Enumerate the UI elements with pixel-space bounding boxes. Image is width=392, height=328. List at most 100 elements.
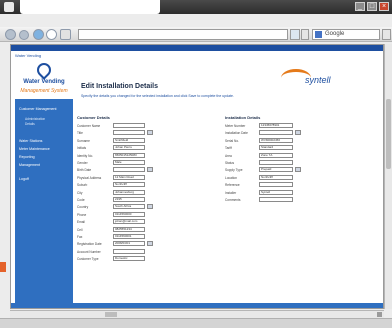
dropdown-button[interactable] [147,130,153,136]
dropdown-button[interactable] [295,167,301,173]
field-label: Location [225,175,238,180]
close-button[interactable]: × [379,2,389,11]
field-label: Country [77,205,89,210]
field-input[interactable]: Male [113,160,145,165]
field-input[interactable]: 12 Main Road [113,174,145,180]
field-input[interactable] [113,248,145,254]
form-row: Registration Date 2008/03/01 [77,241,155,247]
dropdown-button[interactable] [147,204,153,210]
field-input[interactable]: 12345678901 [259,123,293,128]
sidebar-item-management[interactable]: Management [19,163,40,168]
field-input[interactable]: 2195 [113,197,145,202]
navigation-toolbar: Google [0,27,392,42]
field-input[interactable]: South Africa [113,204,145,210]
minimize-button[interactable]: _ [355,2,365,11]
horizontal-scroll-thumb[interactable] [105,312,117,317]
water-drop-icon [34,60,54,80]
back-button[interactable] [5,29,16,40]
search-input[interactable]: Google [312,29,380,40]
stop-button[interactable] [46,29,57,40]
field-input[interactable] [259,197,293,202]
field-label: Phone [77,212,87,217]
field-input[interactable] [113,167,145,173]
sidebar-subitem-details[interactable]: Details [25,122,35,126]
app-logo: Water Vending Management System [15,60,73,97]
forward-button[interactable] [19,30,29,40]
home-button[interactable] [60,29,71,40]
sidebar: Customer Management Administration Detai… [15,99,73,308]
installation-section-title: Installation Details [225,115,261,120]
vertical-scrollbar[interactable] [384,44,392,309]
form-row: Suburb Northcliff [77,182,155,188]
field-input[interactable]: Johan Pierre [113,145,145,151]
horizontal-scrollbar[interactable] [10,310,384,318]
window-controls: _ □ × [355,2,389,11]
dropdown-button[interactable] [147,241,153,247]
field-input[interactable] [259,130,293,136]
field-input[interactable]: Zone 7A [259,152,293,158]
google-icon [315,31,322,38]
field-input[interactable]: 0114560001 [113,234,145,239]
field-input[interactable]: Northcliff [113,182,145,188]
search-button[interactable] [382,29,391,40]
sidebar-item-water-stations[interactable]: Water Stations [19,139,42,144]
app-footer [11,303,383,308]
address-bar[interactable] [78,29,288,40]
form-row: Area Zone 7A [225,152,303,159]
brand-logo: syntell [281,65,361,95]
title-bar: _ □ × [0,0,392,14]
reload-button[interactable] [33,29,44,40]
form-row: Email johan@mail.com [77,219,155,225]
field-label: Registration Date [77,242,102,247]
page-title: Edit Installation Details [81,83,159,90]
sidebar-item-meter-maintenance[interactable]: Meter Maintenance [19,147,50,152]
dropdown-button[interactable] [295,130,301,136]
go-button[interactable] [290,29,300,40]
page-subtitle: Specify the details you changed for the … [81,94,234,98]
sidebar-item-customer-management[interactable]: Customer Management [19,107,57,112]
form-row: Installation Date [225,130,303,136]
field-input[interactable]: 0825551234 [113,226,145,232]
field-input[interactable]: 2008/03/01 [113,241,145,247]
field-input[interactable]: Prepaid [259,167,293,173]
field-label: Physical Address [77,175,102,180]
sidebar-item-logoff[interactable]: Logoff [19,177,29,182]
brand-name: syntell [305,75,331,85]
field-label: Installation Date [225,131,248,136]
field-input[interactable]: Northcliff [259,174,293,180]
field-input[interactable] [259,160,293,165]
status-bar [0,318,392,328]
field-input[interactable] [113,123,145,128]
sidebar-subitem-administration[interactable]: Administration [25,117,45,121]
field-label: Meter Number [225,124,246,128]
dropdown-icon[interactable] [301,29,309,40]
field-input[interactable]: 0114560000 [113,211,145,217]
field-label: Reference [225,183,240,188]
field-label: Identity No. [77,153,94,158]
field-input[interactable]: Standard [259,145,293,151]
field-input[interactable] [113,130,145,136]
browser-tab[interactable] [20,0,160,14]
form-row: Cell 0825551234 [77,226,155,233]
field-input[interactable]: Domestic [113,256,145,262]
form-row: Account Number [77,248,155,255]
vertical-scroll-thumb[interactable] [386,99,391,169]
field-label: Initials [77,146,87,151]
field-input[interactable]: Syntell [259,189,293,195]
app-tab-label[interactable]: Water Vending [15,52,85,59]
field-label: Serial No. [225,138,239,143]
field-input[interactable]: 6505015125083 [113,152,145,158]
field-label: Tariff [225,146,232,151]
field-label: Installer [225,190,237,195]
dropdown-button[interactable] [147,167,153,173]
field-input[interactable] [259,182,293,188]
field-label: Surname [77,138,90,143]
scroll-right-icon[interactable] [377,312,382,317]
field-input[interactable]: Smithfield [113,137,145,143]
field-input[interactable]: Johannesburg [113,189,145,195]
sidebar-item-reporting[interactable]: Reporting [19,155,35,160]
field-input[interactable]: johan@mail.com [113,219,145,225]
field-input[interactable]: WVM0002456 [259,137,293,143]
maximize-button[interactable]: □ [367,2,377,11]
form-row: Phone 0114560000 [77,211,155,218]
